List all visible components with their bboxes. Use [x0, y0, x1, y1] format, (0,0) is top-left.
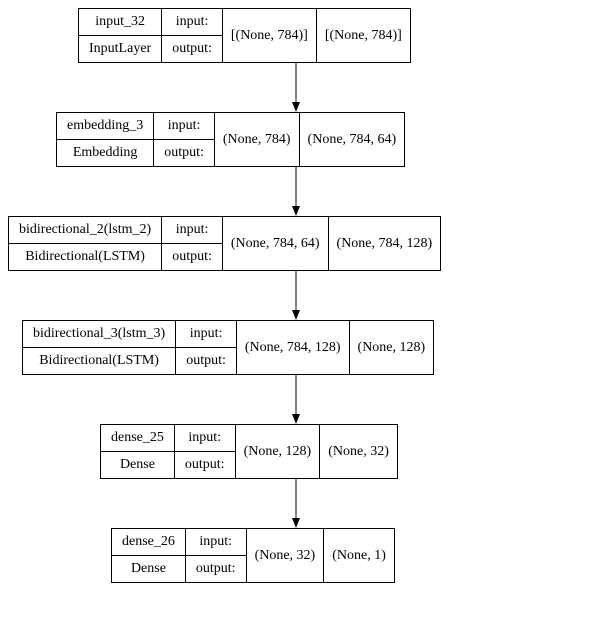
layer-input-shape: (None, 32) [247, 529, 325, 582]
io-input-label: input: [176, 321, 236, 348]
layer-node-bidirectional_2: bidirectional_2(lstm_2) Bidirectional(LS… [8, 216, 441, 271]
layer-io-col: input: output: [186, 529, 247, 582]
layer-name: dense_26 [112, 529, 185, 556]
layer-label-col: embedding_3 Embedding [57, 113, 154, 166]
io-output-label: output: [176, 348, 236, 374]
layer-label-col: bidirectional_3(lstm_3) Bidirectional(LS… [23, 321, 176, 374]
layer-node-input_32: input_32 InputLayer input: output: [(Non… [78, 8, 411, 63]
io-input-label: input: [162, 217, 222, 244]
layer-label-col: bidirectional_2(lstm_2) Bidirectional(LS… [9, 217, 162, 270]
io-output-label: output: [186, 556, 246, 582]
layer-input-shape: [(None, 784)] [223, 9, 317, 62]
layer-label-col: dense_26 Dense [112, 529, 186, 582]
layer-name: dense_25 [101, 425, 174, 452]
layer-node-bidirectional_3: bidirectional_3(lstm_3) Bidirectional(LS… [22, 320, 434, 375]
layer-label-col: dense_25 Dense [101, 425, 175, 478]
layer-input-shape: (None, 784) [215, 113, 300, 166]
layer-output-shape: (None, 32) [320, 425, 397, 478]
layer-input-shape: (None, 128) [236, 425, 321, 478]
layer-io-col: input: output: [176, 321, 237, 374]
layer-name: embedding_3 [57, 113, 153, 140]
layer-output-shape: (None, 784, 64) [300, 113, 405, 166]
layer-node-dense_26: dense_26 Dense input: output: (None, 32)… [111, 528, 395, 583]
layer-name: bidirectional_2(lstm_2) [9, 217, 161, 244]
io-input-label: input: [175, 425, 235, 452]
io-output-label: output: [162, 36, 222, 62]
layer-type: InputLayer [79, 36, 161, 62]
layer-output-shape: [(None, 784)] [317, 9, 410, 62]
io-output-label: output: [175, 452, 235, 478]
layer-type: Bidirectional(LSTM) [9, 244, 161, 270]
layer-input-shape: (None, 784, 64) [223, 217, 329, 270]
layer-type: Dense [101, 452, 174, 478]
layer-io-col: input: output: [175, 425, 236, 478]
layer-output-shape: (None, 1) [324, 529, 394, 582]
layer-type: Dense [112, 556, 185, 582]
io-input-label: input: [186, 529, 246, 556]
layer-node-embedding_3: embedding_3 Embedding input: output: (No… [56, 112, 405, 167]
layer-output-shape: (None, 128) [350, 321, 434, 374]
layer-type: Embedding [57, 140, 153, 166]
layer-node-dense_25: dense_25 Dense input: output: (None, 128… [100, 424, 398, 479]
layer-name: input_32 [79, 9, 161, 36]
layer-name: bidirectional_3(lstm_3) [23, 321, 175, 348]
io-output-label: output: [154, 140, 214, 166]
layer-type: Bidirectional(LSTM) [23, 348, 175, 374]
layer-io-col: input: output: [154, 113, 215, 166]
io-output-label: output: [162, 244, 222, 270]
layer-input-shape: (None, 784, 128) [237, 321, 350, 374]
layer-io-col: input: output: [162, 9, 223, 62]
io-input-label: input: [162, 9, 222, 36]
layer-io-col: input: output: [162, 217, 223, 270]
layer-output-shape: (None, 784, 128) [329, 217, 441, 270]
layer-label-col: input_32 InputLayer [79, 9, 162, 62]
io-input-label: input: [154, 113, 214, 140]
